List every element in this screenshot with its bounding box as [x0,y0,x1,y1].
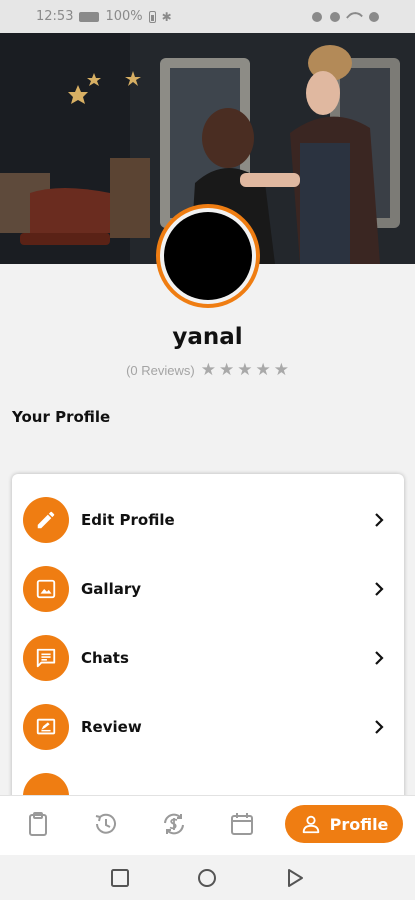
signal-icon [369,11,379,22]
back-icon[interactable] [285,868,305,888]
recent-apps-icon[interactable] [110,868,130,888]
menu-label: Edit Profile [81,511,175,529]
profile-menu-card: Edit Profile Gallary Chats Review [12,474,404,804]
chevron-right-icon [375,582,384,596]
chevron-right-icon [375,513,384,527]
sync-icon [330,11,340,22]
status-right [312,8,379,25]
star-icon: ★ [218,360,235,380]
menu-label: Chats [81,649,129,667]
bottom-nav: Profile [0,795,415,855]
menu-item-gallery[interactable]: Gallary [12,561,404,617]
nav-profile-button[interactable]: Profile [285,805,403,843]
image-icon [23,566,69,612]
chevron-right-icon [375,651,384,665]
review-icon [23,704,69,750]
wifi-icon [346,8,363,25]
home-icon[interactable] [197,868,217,888]
pencil-icon [23,497,69,543]
section-title: Your Profile [12,408,111,426]
user-name: yanal [172,324,243,350]
menu-item-review[interactable]: Review [12,699,404,755]
star-icon: ★ [200,360,216,380]
star-icon: ★ [237,360,253,380]
status-left: 12:53 100% ✱ [36,9,172,24]
chevron-right-icon [375,720,384,734]
reviews-row: (0 Reviews) ★ ★ ★ ★ ★ [0,362,415,379]
avatar-ring[interactable] [156,204,260,308]
reviews-count: (0 Reviews) [126,363,195,378]
bluetooth-icon: ✱ [161,9,172,24]
status-battery-text: 100% [105,9,143,24]
menu-item-edit-profile[interactable]: Edit Profile [12,492,404,548]
menu-label: Review [81,718,142,736]
person-icon [302,815,319,834]
clipboard-icon[interactable] [24,810,52,838]
system-nav-bar [0,856,415,900]
chat-icon [23,635,69,681]
menu-item-chats[interactable]: Chats [12,630,404,686]
status-bar: 12:53 100% ✱ [0,0,415,33]
star-icon: ★ [255,360,271,380]
rating-stars: ★ ★ ★ ★ ★ [201,362,289,379]
dollar-sync-icon[interactable] [160,810,188,838]
avatar[interactable] [164,212,252,300]
nav-profile-label: Profile [329,814,389,834]
facebook-icon [312,11,322,22]
battery-icon [148,10,156,23]
history-icon[interactable] [92,810,120,838]
status-time: 12:53 [36,9,74,24]
star-icon: ★ [273,360,289,380]
notification-icon [79,11,100,22]
calendar-icon[interactable] [228,810,256,838]
menu-label: Gallary [81,580,142,598]
